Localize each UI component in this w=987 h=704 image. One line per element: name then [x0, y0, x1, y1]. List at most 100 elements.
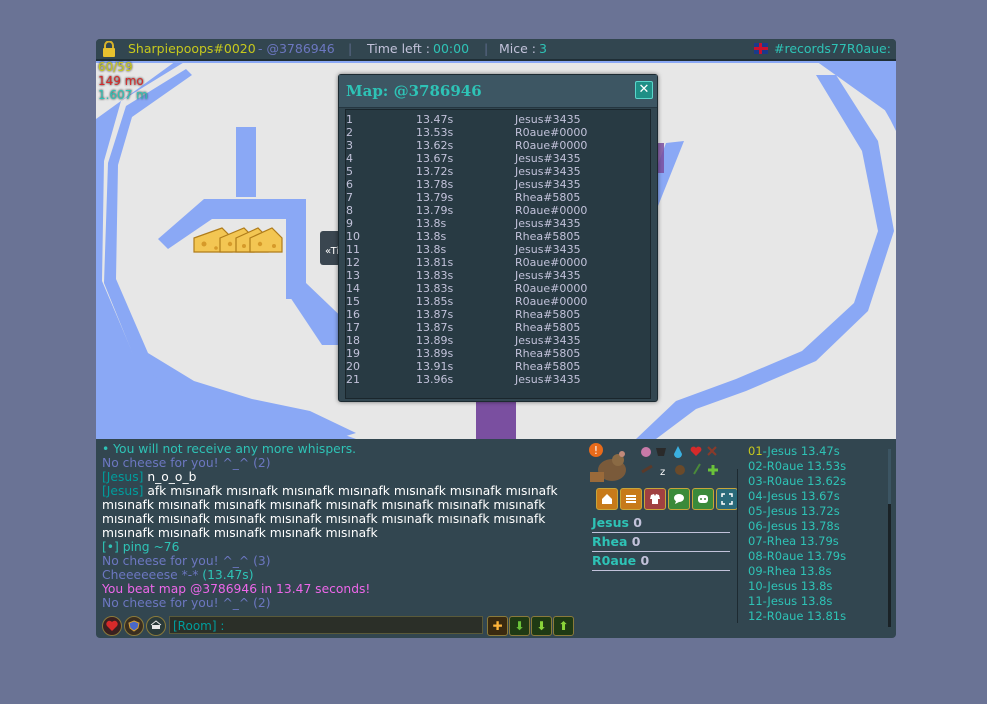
ranking-row: 11-Jesus 13.8s [748, 594, 846, 609]
record-player: Jesus#3435 [515, 334, 581, 347]
ranking-scrollbar-thumb[interactable] [888, 504, 891, 627]
ranking-row: 10-Jesus 13.8s [748, 579, 846, 594]
ranking-row: 02-R0aue 13.53s [748, 459, 846, 474]
cosmetics-icons[interactable]: z [638, 444, 720, 480]
chat-author[interactable]: [Jesus] [102, 484, 143, 498]
record-player: R0aue#0000 [515, 256, 588, 269]
chat-message: You beat map @3786946 in 13.47 seconds! [102, 582, 572, 596]
record-time: 13.78s [416, 178, 454, 191]
record-player: Jesus#3435 [515, 243, 581, 256]
tribe-button[interactable] [124, 616, 144, 636]
ranking-entry: -Rhea 13.8s [762, 564, 832, 578]
team-divider [592, 532, 730, 533]
popup-title: Map: @3786946 [346, 82, 482, 100]
record-player: Rhea#5805 [515, 230, 581, 243]
record-row: 1 13.47s Jesus#3435 [346, 113, 650, 126]
speech-icon [674, 494, 684, 504]
record-rank: 21 [346, 373, 360, 386]
record-time: 13.83s [416, 282, 454, 295]
record-player: Jesus#3435 [515, 152, 581, 165]
record-time: 13.85s [416, 295, 454, 308]
ranking-row: 08-R0aue 13.79s [748, 549, 846, 564]
menu-button[interactable] [620, 488, 642, 510]
ranking-number: 09 [748, 564, 763, 578]
ranking-number: 01 [748, 444, 763, 458]
chat-input[interactable]: [Room] : [169, 616, 483, 634]
record-row: 12 13.81s R0aue#0000 [346, 256, 650, 269]
player-name[interactable]: Sharpiepoops#0020 [128, 39, 256, 59]
record-rank: 5 [346, 165, 353, 178]
ranking-row: 06-Jesus 13.78s [748, 519, 846, 534]
record-row: 14 13.83s R0aue#0000 [346, 282, 650, 295]
record-row: 4 13.67s Jesus#3435 [346, 152, 650, 165]
record-player: Rhea#5805 [515, 321, 581, 334]
team-jesus: Jesus 0 [592, 515, 642, 530]
list-icon [626, 495, 636, 503]
download-button[interactable]: ⬇ [509, 616, 530, 636]
heart-button[interactable] [102, 616, 122, 636]
cup-icon [150, 620, 162, 629]
ranking-row: 03-R0aue 13.62s [748, 474, 846, 489]
heart-icon [106, 620, 118, 631]
chat-author[interactable]: [Jesus] [102, 470, 143, 484]
map-code[interactable]: - @3786946 [258, 39, 335, 59]
record-rank: 1 [346, 113, 353, 126]
ranking-entry: -Jesus 13.8s [762, 579, 833, 593]
chat-text: No cheese for you! ^_^ (3) [102, 554, 271, 568]
distance-counter: 1.607 m [98, 88, 148, 102]
record-rank: 2 [346, 126, 353, 139]
time-value: 00:00 [433, 41, 470, 56]
ranking-number: 07 [748, 534, 763, 548]
record-rank: 10 [346, 230, 360, 243]
chat-message: No cheese for you! ^_^ (2) [102, 456, 572, 470]
ranking-entry: -Jesus 13.47s [762, 444, 840, 458]
record-row: 7 13.79s Rhea#5805 [346, 191, 650, 204]
record-player: Jesus#3435 [515, 217, 581, 230]
record-time: 13.79s [416, 191, 454, 204]
fullscreen-button[interactable] [716, 488, 738, 510]
move-up-button[interactable]: ⬆ [553, 616, 574, 636]
divider: | [484, 41, 489, 56]
top-bar: Sharpiepoops#0020 - @3786946 | Time left… [96, 39, 896, 61]
record-rank: 6 [346, 178, 353, 191]
add-emote-button[interactable]: ✚ [487, 616, 508, 636]
cheese-icon [193, 227, 283, 253]
chat-message: [•] ping ~76 [102, 540, 572, 554]
record-player: Rhea#5805 [515, 191, 581, 204]
mouse-avatar[interactable]: ! [584, 442, 634, 488]
record-rank: 19 [346, 347, 360, 360]
chat-text: afk mısınafk mısınafk mısınafk mısınafk … [102, 484, 558, 540]
chat-text: You beat map @3786946 in 13.47 seconds! [102, 582, 371, 596]
ranking-number: 05 [748, 504, 763, 518]
ranking-entry: -R0aue 13.53s [762, 459, 847, 473]
record-row: 10 13.8s Rhea#5805 [346, 230, 650, 243]
record-row: 16 13.87s Rhea#5805 [346, 308, 650, 321]
record-row: 6 13.78s Jesus#3435 [346, 178, 650, 191]
shop-button[interactable] [644, 488, 666, 510]
ranking-list: 01-Jesus 13.47s 02-R0aue 13.53s 03-R0aue 1… [748, 444, 846, 624]
room-name[interactable]: #records77R0aue: [774, 39, 891, 59]
house-button[interactable] [596, 488, 618, 510]
record-time: 13.89s [416, 347, 454, 360]
team-divider [592, 551, 730, 552]
record-row: 18 13.89s Jesus#3435 [346, 334, 650, 347]
record-row: 3 13.62s R0aue#0000 [346, 139, 650, 152]
record-player: Rhea#5805 [515, 360, 581, 373]
ranking-entry: -Jesus 13.72s [762, 504, 840, 518]
chat-button[interactable] [668, 488, 690, 510]
team-rhea: Rhea 0 [592, 534, 641, 549]
house-button[interactable] [146, 616, 166, 636]
record-time: 13.87s [416, 308, 454, 321]
record-time: 13.81s [416, 256, 454, 269]
uk-flag-icon [754, 43, 768, 54]
records-list[interactable]: 1 13.47s Jesus#3435 2 13.53s R0aue#0000 3 13.62… [345, 109, 651, 399]
discord-button[interactable] [692, 488, 714, 510]
ranking-row: 01-Jesus 13.47s [748, 444, 846, 459]
close-icon[interactable]: ✕ [635, 81, 653, 99]
ranking-entry: -Jesus 13.78s [762, 519, 840, 533]
mice-count: 3 [539, 41, 547, 56]
chat-text: n_o_o_b [143, 470, 197, 484]
shirt-icon [650, 494, 660, 504]
chat-text: Cheeeeeese *-* [102, 568, 203, 582]
move-down-button[interactable]: ⬇ [531, 616, 552, 636]
